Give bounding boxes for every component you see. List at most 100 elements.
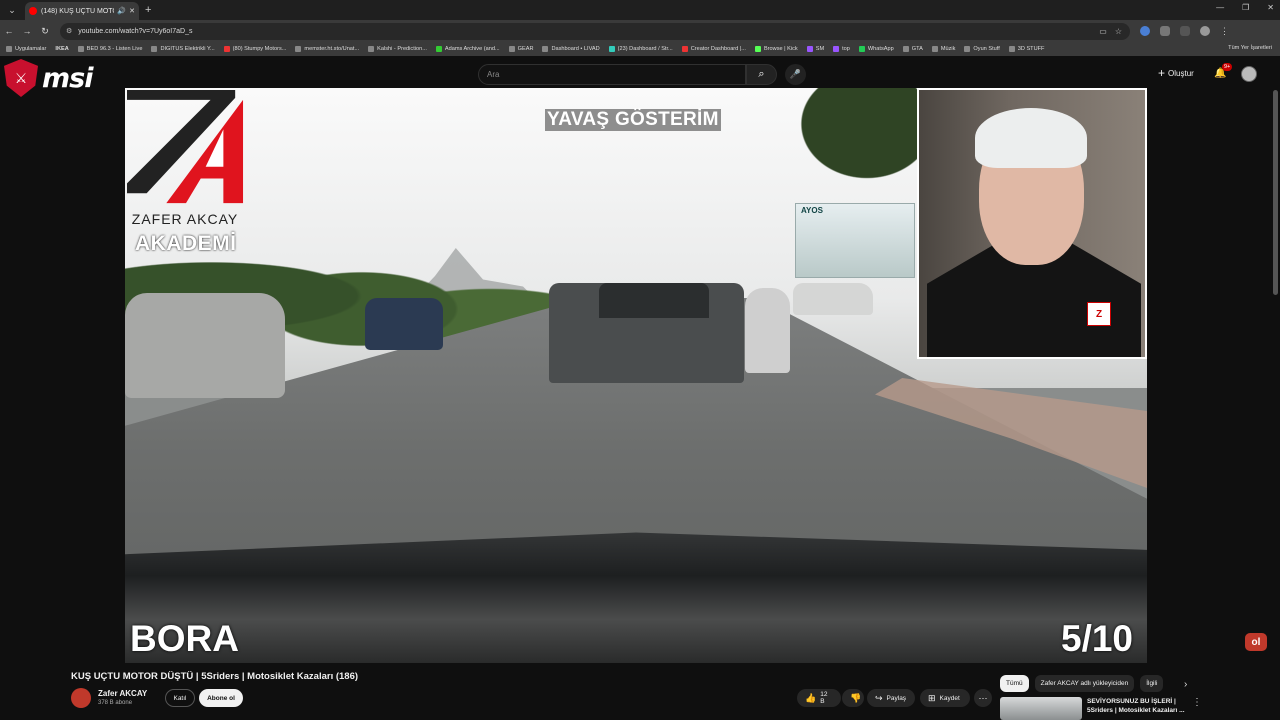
video-trees (765, 88, 935, 208)
extension-icon[interactable] (1140, 26, 1150, 36)
bookmark-item[interactable]: Uygulamalar (6, 46, 46, 52)
bookmark-item[interactable]: Adams Archive (and... (435, 46, 500, 52)
rating-score: 5/10 (1061, 618, 1134, 659)
like-count: 12 B (820, 691, 828, 705)
video-motorcyclist (745, 288, 790, 373)
window-close-icon[interactable]: ✕ (1267, 3, 1274, 12)
extensions-area: ⋮ (1140, 26, 1229, 36)
save-icon: ⊞ (928, 692, 936, 703)
extensions-puzzle-icon[interactable] (1160, 26, 1170, 36)
recommended-title[interactable]: SEVİYORSUNUZ BU İŞLERİ | 5Sriders | Moto… (1087, 697, 1187, 715)
bookmark-item[interactable]: IKEA (55, 46, 68, 52)
bookmark-item[interactable]: Dashboard • LIVAD (542, 46, 600, 52)
account-avatar[interactable] (1241, 66, 1257, 82)
browser-tab[interactable]: (148) KUŞ UÇTU MOTOR D... 🔊 ✕ (25, 2, 139, 20)
url-text: youtube.com/watch?v=7Uy6oI7aD_s (78, 27, 193, 35)
subscribe-button[interactable]: Abone ol (199, 689, 243, 707)
bookmark-folder[interactable]: Müzik (931, 46, 955, 52)
browser-menu-icon[interactable]: ⋮ (1220, 26, 1229, 36)
video-car-blue (365, 298, 443, 350)
browser-nav-bar: ← → ↻ ⚙ youtube.com/watch?v=7Uy6oI7aD_s … (0, 20, 1280, 42)
presenter-hair (975, 108, 1087, 168)
all-bookmarks-folder[interactable]: Tüm Yer İşaretleri (1228, 45, 1272, 51)
voice-search-icon[interactable]: 🎤 (785, 64, 806, 85)
address-bar[interactable]: ⚙ youtube.com/watch?v=7Uy6oI7aD_s ▭ ☆ (60, 22, 1130, 40)
tab-search-icon[interactable]: ⌄ (3, 1, 21, 19)
bookmark-item[interactable]: DIGITUS Elektrikli Y... (151, 46, 215, 52)
chip-all[interactable]: Tümü (1000, 675, 1029, 692)
bookmark-folder[interactable]: 3D STUFF (1008, 46, 1044, 52)
driver-name: BORA (130, 618, 239, 659)
recommended-thumbnail[interactable] (1000, 697, 1082, 720)
logo-text: msi (42, 62, 93, 94)
bookmarks-bar: Uygulamalar IKEA BED 96.3 - Listen Live … (0, 42, 1280, 56)
bookmark-star-icon[interactable]: ☆ (1115, 27, 1122, 36)
youtube-header: ⚔ msi Ara ⌕ 🎤 + Oluştur 🔔 9+ (0, 56, 1280, 97)
save-button[interactable]: ⊞ Kaydet (920, 689, 970, 707)
bookmark-item[interactable]: memster.ht.sto/Unat... (295, 46, 359, 52)
cast-icon[interactable]: ▭ (1099, 27, 1107, 36)
share-label: Paylaş (886, 694, 907, 702)
bookmark-folder[interactable]: Oyun Stuff (964, 46, 1000, 52)
window-controls: — ❐ ✕ (1216, 3, 1274, 12)
reload-icon[interactable]: ↻ (36, 26, 54, 37)
channel-avatar[interactable] (71, 688, 91, 708)
chevron-right-icon[interactable]: › (1184, 679, 1187, 690)
plus-icon: + (1158, 66, 1166, 80)
search-icon[interactable]: ⌕ (746, 64, 777, 85)
bookmark-item[interactable]: Kalshi - Prediction... (368, 46, 427, 52)
thumbs-down-icon: 👎 (850, 692, 862, 703)
profile-icon[interactable] (1200, 26, 1210, 36)
video-truck-cab (599, 283, 709, 318)
page-scrollbar[interactable] (1273, 90, 1278, 295)
bookmark-item[interactable]: SM (806, 46, 824, 52)
channel-name[interactable]: Zafer AKCAY (98, 689, 147, 698)
site-info-icon[interactable]: ⚙ (66, 27, 72, 35)
join-button[interactable]: Katıl (165, 689, 195, 707)
back-icon[interactable]: ← (0, 26, 18, 36)
reading-list-icon[interactable] (1180, 26, 1190, 36)
video-car-grey (125, 293, 285, 398)
like-button[interactable]: 👍 12 B (797, 689, 841, 707)
bookmark-item[interactable]: (80) Stumpy Motors... (223, 46, 286, 52)
youtube-logo[interactable]: ⚔ msi (4, 59, 93, 97)
dislike-button[interactable]: 👎 (842, 689, 864, 707)
billboard-text: AYOS (801, 206, 823, 215)
bookmark-item[interactable]: Creator Dashboard |... (681, 46, 746, 52)
bookmark-item[interactable]: Browse | Kick (754, 46, 798, 52)
recommended-menu-icon[interactable]: ⋮ (1192, 697, 1202, 708)
msi-dragon-icon: ⚔ (4, 59, 38, 97)
tab-close-icon[interactable]: ✕ (129, 7, 135, 15)
more-actions-button[interactable]: ⋯ (974, 689, 992, 707)
slow-motion-label: YAVAŞ GÖSTERİM (545, 109, 721, 131)
zafer-akcay-logo (127, 90, 244, 204)
create-label: Oluştur (1168, 68, 1194, 78)
new-tab-button[interactable]: + (145, 4, 151, 16)
share-button[interactable]: ↪ Paylaş (867, 689, 915, 707)
restore-icon[interactable]: ❐ (1242, 3, 1249, 12)
mute-icon[interactable]: 🔊 (117, 7, 126, 15)
bookmark-item[interactable]: WhatsApp (858, 46, 894, 52)
chip-related[interactable]: İlgili (1140, 675, 1164, 692)
save-label: Kaydet (939, 694, 960, 702)
brand-name: ZAFER AKCAY (131, 211, 239, 227)
minimize-icon[interactable]: — (1216, 3, 1224, 12)
bookmark-folder[interactable]: GTA (902, 46, 923, 52)
bookmark-item[interactable]: (23) Dashboard / Str... (608, 46, 673, 52)
webcam-overlay: Z (917, 88, 1147, 359)
tab-title: (148) KUŞ UÇTU MOTOR D... (41, 7, 114, 15)
related-chips: Tümü Zafer AKCAY adlı yükleyiciden İlgil… (1000, 675, 1164, 692)
video-car-white (793, 283, 873, 315)
bookmark-item[interactable]: BED 96.3 - Listen Live (77, 46, 142, 52)
bookmark-folder[interactable]: GEAR (508, 46, 533, 52)
channel-watermark-icon[interactable]: ol (1245, 633, 1267, 651)
chip-from-uploader[interactable]: Zafer AKCAY adlı yükleyiciden (1034, 675, 1135, 692)
more-icon: ⋯ (978, 692, 988, 703)
forward-icon[interactable]: → (18, 26, 36, 36)
search-input[interactable]: Ara (478, 64, 746, 85)
youtube-favicon-icon (29, 7, 37, 15)
create-button[interactable]: + Oluştur (1158, 66, 1194, 80)
notification-badge: 9+ (1222, 63, 1233, 71)
bookmark-item[interactable]: top (833, 46, 850, 52)
subscriber-count: 378 B abone (98, 700, 133, 706)
